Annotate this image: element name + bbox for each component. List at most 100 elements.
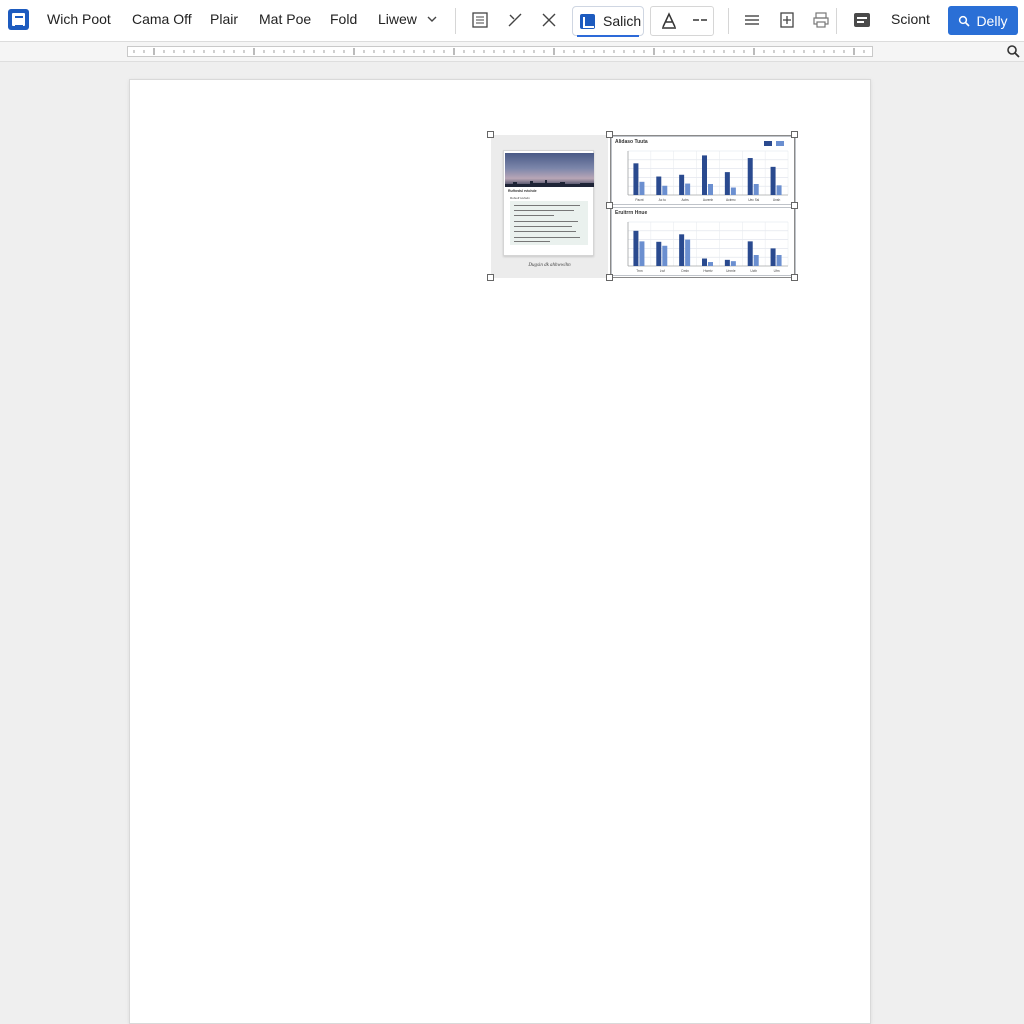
chart-title: Alidaso Tuuta [615,139,648,145]
bar [747,158,753,195]
insert-chart-label: Salich [603,13,642,29]
chevron-down-icon[interactable] [426,12,438,24]
text-line [514,215,554,216]
bar [685,183,691,195]
chart-plot: Pacnt Ac tu Actrs Aurenh Aclrmc Uec Ssl Unsh [627,150,789,202]
bar [770,248,776,266]
text-line [514,205,580,206]
skyline-image [505,180,594,187]
tick-label: Lwf [660,269,665,273]
resize-handle-top[interactable] [606,131,613,138]
bar [633,163,639,195]
resize-handle-bottom-left[interactable] [487,274,494,281]
add-box-icon[interactable] [778,11,796,29]
chart-insert-icon [580,13,595,29]
bar [662,185,668,195]
horizontal-ruler[interactable] [127,46,873,57]
bar [656,241,662,266]
bar [679,234,685,266]
bar [685,239,691,266]
active-tab-indicator [577,35,639,37]
tick-label: Ac tu [659,198,666,202]
inserted-figure[interactable]: Rufhedsl rvtchde Rufsolf tvufsdn Dugsin … [491,135,796,278]
resize-handle-mid-right[interactable] [791,202,798,209]
bar-chart-top[interactable]: Alidaso Tuuta Pacnt Ac tu Actrs Aurenh Aclrm… [611,136,796,205]
thumbnail-subtitle: Rufsolf tvufsdn [510,196,530,200]
bar [639,181,645,195]
legend-swatch [764,141,772,146]
close-icon[interactable] [540,11,558,29]
text-line [514,210,574,211]
tick-label: Dmln [681,269,689,273]
cross-icon[interactable] [506,11,524,29]
thumbnail-text-block [510,201,588,245]
tick-label: Pacnt [635,198,643,202]
bar [639,241,645,266]
bar [753,255,759,266]
bar [633,230,639,266]
text-style-icon[interactable] [660,12,678,30]
menu-item-3[interactable]: Plair [210,11,238,27]
tick-label: Actrs [682,198,690,202]
bar-chart-bottom[interactable]: Eruitrrn Hnue Trnn Lwf Dmln Hwrrtv Unrnle Uct… [611,207,796,276]
menu-item-6[interactable]: Liwew [378,11,417,27]
toolbar-divider [836,8,837,34]
toolbar-divider [728,8,729,34]
bar [702,258,707,266]
bar [708,262,713,266]
tick-label: Ufm [774,269,780,273]
chart-plot: Trnn Lwf Dmln Hwrrtv Unrnle Ucth Ufm [627,221,789,273]
resize-handle-top-right[interactable] [791,131,798,138]
thumbnail-page: Rufhedsl rvtchde Rufsolf tvufsdn [503,150,594,256]
resize-handle-mid-left[interactable] [606,202,613,209]
thumbnail-caption: Dugsin dk ahhwwihn [528,263,571,268]
search-icon[interactable] [1006,44,1020,58]
tick-label: Uec Ssl [748,198,759,202]
tick-label: Ucth [750,269,757,273]
sciont-label[interactable]: Sciont [891,11,930,27]
menu-item-2[interactable]: Cama Off [132,11,192,27]
ruler-ticks [133,48,865,55]
resize-handle-bottom-right[interactable] [791,274,798,281]
resize-handle-bottom[interactable] [606,274,613,281]
bar [679,174,685,195]
text-line [514,231,576,232]
menu-item-5[interactable]: Fold [330,11,357,27]
comment-icon[interactable] [853,11,871,29]
format-group [650,6,714,36]
bar [753,184,759,195]
bar [656,176,662,195]
app-logo-icon[interactable] [8,9,29,30]
tick-label: Unrnle [726,269,736,273]
tick-label: Hwrrtv [703,269,713,273]
table-icon[interactable] [471,11,489,29]
print-icon[interactable] [812,11,830,29]
document-thumbnail[interactable]: Rufhedsl rvtchde Rufsolf tvufsdn Dugsin … [491,135,608,278]
tick-label: Aclrmc [726,198,736,202]
align-icon[interactable] [743,11,761,29]
bar [776,185,782,195]
bar [747,241,753,266]
bar [702,155,707,195]
text-line [514,226,572,227]
text-line [514,221,578,222]
menu-item-1[interactable]: Wich Poot [47,11,111,27]
legend-swatch [776,141,784,146]
thumbnail-title: Rufhedsl rvtchde [508,189,537,193]
menu-item-4[interactable]: Mat Poe [259,11,311,27]
bar [730,187,736,195]
text-line [514,241,550,242]
text-line [514,237,580,238]
toolbar-divider [455,8,456,34]
chart-title: Eruitrrn Hnue [615,210,648,216]
primary-action-label: Delly [976,12,1008,29]
tick-label: Trnn [636,269,643,273]
bar [662,245,668,266]
bar [708,184,713,195]
resize-handle-top-left[interactable] [487,131,494,138]
primary-action-button[interactable]: Delly [948,6,1018,35]
thumbnail-photo [505,153,594,187]
dash-icon[interactable] [691,12,709,30]
insert-chart-button[interactable]: Salich [572,6,644,37]
tick-label: Aurenh [703,198,714,202]
